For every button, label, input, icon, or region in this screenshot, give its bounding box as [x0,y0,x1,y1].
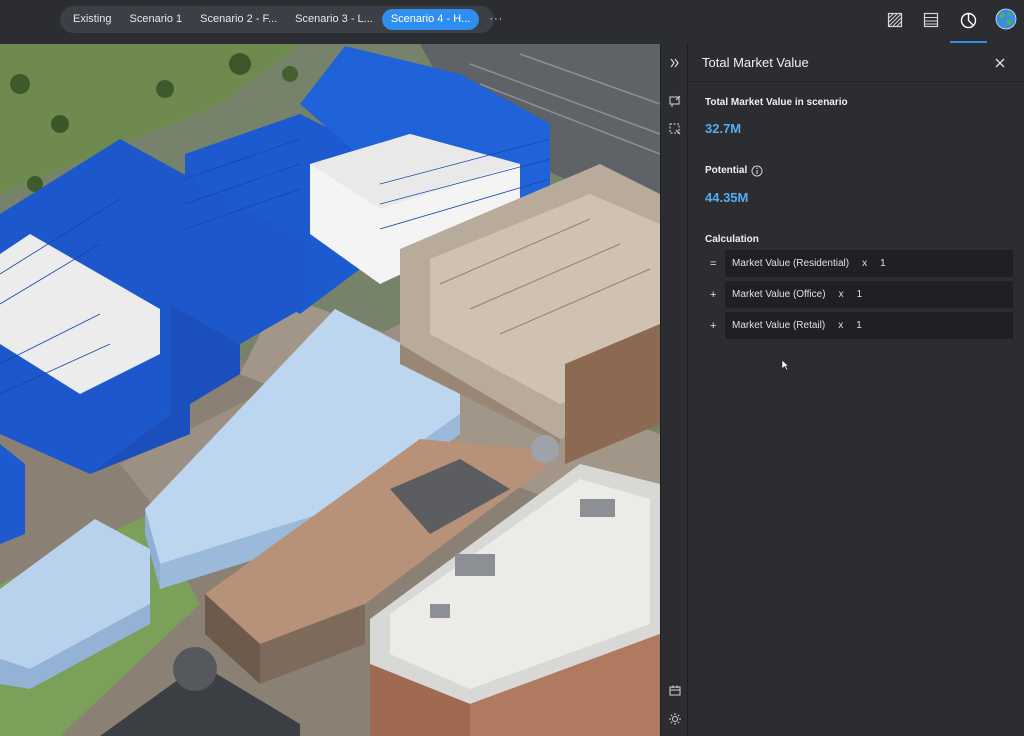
mouse-cursor-icon [781,358,790,376]
tab-existing[interactable]: Existing [64,9,121,30]
scenario-value: 32.7M [705,121,742,136]
calc-operator: + [710,288,717,301]
settings-sun-icon[interactable] [664,708,686,730]
calc-times: x [838,289,844,300]
tab-scenario-4[interactable]: Scenario 4 - H... [381,9,480,30]
scenario-tabs: Existing Scenario 1 Scenario 2 - F... Sc… [60,6,502,33]
select-area-icon[interactable] [664,118,686,140]
potential-value: 44.35M [705,190,749,205]
calc-multiplier: 1 [880,258,886,269]
calculation-row: + Market Value (Office) x 1 [705,281,1013,308]
calculation-row: = Market Value (Residential) x 1 [705,250,1013,277]
globe-icon[interactable] [994,7,1018,31]
tab-scenario-2[interactable]: Scenario 2 - F... [191,9,286,30]
potential-label: Potential [705,165,748,176]
expand-panel-icon[interactable] [664,52,686,74]
panel-title: Total Market Value [702,55,809,70]
info-icon[interactable] [751,164,763,177]
calc-times: x [862,258,868,269]
calc-operator: + [710,319,717,332]
calc-times: x [838,320,844,331]
calc-term-box[interactable]: Market Value (Residential) x 1 [725,250,1013,277]
calc-term-box[interactable]: Market Value (Office) x 1 [725,281,1013,308]
calc-operator: = [710,257,717,270]
calc-term: Market Value (Retail) [732,320,826,331]
calculation-row: + Market Value (Retail) x 1 [705,312,1013,339]
panel-header: Total Market Value [688,44,1024,82]
pie-chart-icon[interactable] [956,8,980,32]
calc-term: Market Value (Office) [732,289,826,300]
tab-scenario-3[interactable]: Scenario 3 - L... [286,9,382,30]
hatch-layer-icon[interactable] [883,8,907,32]
map-3d-viewport[interactable] [0,44,660,736]
tool-strip [660,44,688,736]
table-icon[interactable] [919,8,943,32]
scenario-value-label: Total Market Value in scenario [705,97,848,108]
measure-tool-icon[interactable] [664,91,686,113]
calc-multiplier: 1 [856,320,862,331]
calc-term: Market Value (Residential) [732,258,850,269]
calc-term-box[interactable]: Market Value (Retail) x 1 [725,312,1013,339]
top-bar: Existing Scenario 1 Scenario 2 - F... Sc… [0,0,1024,44]
tab-scenario-1[interactable]: Scenario 1 [121,9,192,30]
market-value-panel: Total Market Value Total Market Value in… [688,44,1024,736]
calc-multiplier: 1 [856,289,863,300]
calculation-label: Calculation [705,234,759,245]
more-scenarios-button[interactable]: ··· [479,9,513,30]
active-tool-indicator [950,41,987,43]
calendar-icon[interactable] [664,680,686,702]
close-icon[interactable] [990,53,1010,73]
